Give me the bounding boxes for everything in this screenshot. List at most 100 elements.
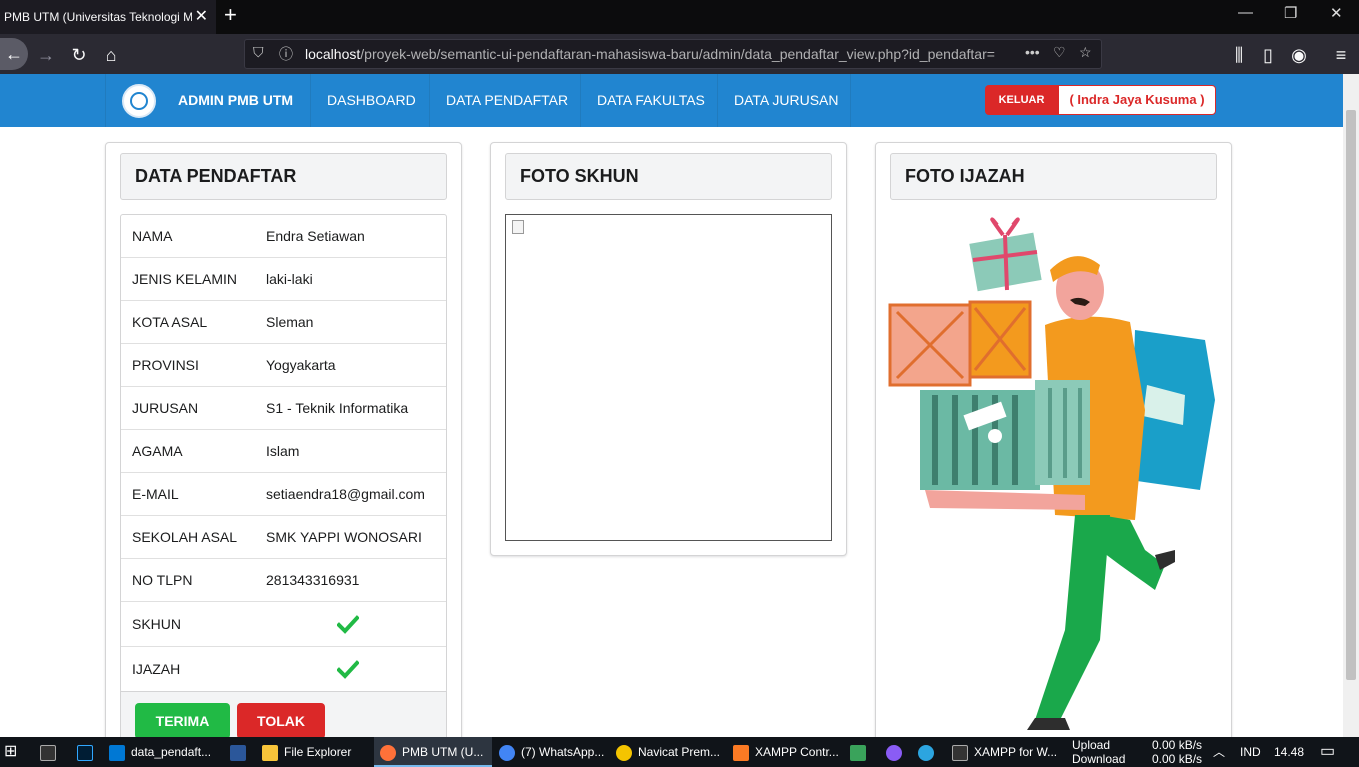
row-label: SKHUN <box>132 616 182 632</box>
close-window-icon[interactable]: ✕ <box>1330 4 1343 22</box>
upload-label: Upload <box>1072 738 1111 752</box>
skhun-image <box>505 214 832 541</box>
check-icon <box>337 660 359 679</box>
more-icon[interactable]: ••• <box>1025 44 1040 60</box>
taskbar-item-firefox[interactable]: PMB UTM (U... <box>374 737 492 767</box>
taskbar-label: File Explorer <box>284 745 352 759</box>
brand-label: ADMIN PMB UTM <box>178 92 294 108</box>
network-app-icon[interactable] <box>850 737 872 767</box>
pocket-icon[interactable]: ♡ <box>1053 44 1066 61</box>
clock[interactable]: 14.48 <box>1274 737 1304 767</box>
row-label: NO TLPN <box>132 572 193 588</box>
table-row: NAMA Endra Setiawan <box>121 215 446 258</box>
taskbar-label: XAMPP Contr... <box>755 745 839 759</box>
row-label: KOTA ASAL <box>132 314 208 330</box>
sidebar-icon[interactable]: ▯ <box>1255 42 1281 68</box>
pen-app-icon[interactable] <box>886 737 908 767</box>
info-icon[interactable]: ⓘ <box>279 44 293 64</box>
telegram-icon[interactable] <box>918 737 940 767</box>
row-label: JURUSAN <box>132 400 199 416</box>
notification-icon[interactable]: ▭ <box>1320 737 1335 767</box>
row-label: PROVINSI <box>132 357 199 373</box>
taskbar-label: XAMPP for W... <box>974 745 1058 759</box>
browser-tab-bar: PMB UTM (Universitas Teknologi M ✕ + — ❐… <box>0 0 1359 34</box>
windows-taskbar: ⊞ data_pendaft... File Explorer PMB UTM … <box>0 737 1359 767</box>
taskbar-item-vscode[interactable]: data_pendaft... <box>109 737 211 767</box>
download-speed: 0.00 kB/s <box>1152 752 1203 766</box>
reject-button[interactable]: TOLAK <box>237 703 325 739</box>
forward-icon[interactable]: → <box>33 42 59 68</box>
language-indicator[interactable]: IND <box>1240 737 1261 767</box>
row-value: Endra Setiawan <box>266 228 365 244</box>
url-text[interactable]: localhost/proyek-web/semantic-ui-pendaft… <box>305 40 1005 68</box>
taskbar-item-whatsapp[interactable]: (7) WhatsApp... <box>499 737 604 767</box>
menu-icon[interactable]: ≡ <box>1328 42 1354 68</box>
nav-item-dashboard[interactable]: DASHBOARD <box>310 74 432 127</box>
panel-title-foto-ijazah: FOTO IJAZAH <box>890 153 1217 200</box>
taskbar-label: data_pendaft... <box>131 745 212 759</box>
row-label: SEKOLAH ASAL <box>132 529 238 545</box>
tab-title: PMB UTM (Universitas Teknologi M <box>4 10 192 24</box>
taskbar-item-file-explorer[interactable]: File Explorer <box>262 737 351 767</box>
delivery-man-illustration <box>888 217 1215 730</box>
taskbar-item-xampp-shell[interactable]: XAMPP for W... <box>952 737 1057 767</box>
back-icon[interactable]: ← <box>0 38 28 70</box>
new-tab-icon[interactable]: + <box>224 2 237 28</box>
table-row: KOTA ASAL Sleman <box>121 301 446 344</box>
broken-image-icon <box>512 220 524 234</box>
university-logo <box>122 84 156 118</box>
windows-start-icon[interactable]: ⊞ <box>4 737 17 767</box>
row-label: AGAMA <box>132 443 183 459</box>
row-value: Yogyakarta <box>266 357 336 373</box>
url-path: /proyek-web/semantic-ui-pendaftaran-maha… <box>360 46 995 62</box>
table-row: SKHUN <box>121 602 446 647</box>
shield-icon[interactable]: ⛉ <box>253 44 264 61</box>
table-row: SEKOLAH ASAL SMK YAPPI WONOSARI <box>121 516 446 559</box>
table-row: JENIS KELAMIN laki-laki <box>121 258 446 301</box>
row-value: SMK YAPPI WONOSARI <box>266 529 422 545</box>
row-value: S1 - Teknik Informatika <box>266 400 409 416</box>
reload-icon[interactable]: ↻ <box>66 42 92 68</box>
library-icon[interactable]: ⫼ <box>1226 42 1252 68</box>
word-icon[interactable] <box>230 737 252 767</box>
accept-button[interactable]: TERIMA <box>135 703 230 739</box>
row-value: Sleman <box>266 314 314 330</box>
download-label: Download <box>1072 752 1126 766</box>
address-bar[interactable]: ⛉ ⓘ localhost/proyek-web/semantic-ui-pen… <box>244 39 1102 69</box>
bookmark-star-icon[interactable]: ☆ <box>1079 44 1092 61</box>
check-icon <box>337 615 359 634</box>
taskbar-item-navicat[interactable]: Navicat Prem... <box>616 737 720 767</box>
upload-speed: 0.00 kB/s <box>1152 738 1203 752</box>
row-label: NAMA <box>132 228 173 244</box>
account-icon[interactable]: ◉ <box>1286 42 1312 68</box>
nav-spacer <box>850 74 970 127</box>
scrollbar-thumb[interactable] <box>1346 110 1356 680</box>
browser-toolbar: ← → ↻ ⌂ ⛉ ⓘ localhost/proyek-web/semanti… <box>0 34 1359 74</box>
net-labels: Upload Download <box>1072 738 1125 766</box>
taskbar-label: (7) WhatsApp... <box>521 745 605 759</box>
minimize-icon[interactable]: — <box>1238 4 1253 21</box>
nav-item-data-pendaftar[interactable]: DATA PENDAFTAR <box>429 74 584 127</box>
table-row: PROVINSI Yogyakarta <box>121 344 446 387</box>
nav-item-data-jurusan[interactable]: DATA JURUSAN <box>717 74 855 127</box>
row-value: setiaendra18@gmail.com <box>266 486 425 502</box>
url-host: localhost <box>305 46 361 62</box>
tray-chevron-icon[interactable]: ︿ <box>1213 737 1225 767</box>
close-tab-icon[interactable]: ✕ <box>195 0 208 34</box>
row-value: laki-laki <box>266 271 313 287</box>
net-values: 0.00 kB/s 0.00 kB/s <box>1152 738 1202 766</box>
nav-item-data-fakultas[interactable]: DATA FAKULTAS <box>580 74 721 127</box>
row-value: Islam <box>266 443 300 459</box>
row-label: E-MAIL <box>132 486 179 502</box>
table-row: IJAZAH <box>121 647 446 692</box>
taskbar-label: Navicat Prem... <box>638 745 721 759</box>
browser-tab[interactable]: PMB UTM (Universitas Teknologi M ✕ <box>0 0 216 34</box>
restore-icon[interactable]: ❐ <box>1284 4 1297 22</box>
taskbar-item-xampp-control[interactable]: XAMPP Contr... <box>733 737 839 767</box>
logout-button[interactable]: KELUAR <box>985 85 1058 115</box>
home-icon[interactable]: ⌂ <box>98 42 124 68</box>
photoshop-icon[interactable] <box>77 737 99 767</box>
taskbar-label: PMB UTM (U... <box>402 745 484 759</box>
cmd-icon[interactable] <box>40 737 62 767</box>
panel-title-foto-skhun: FOTO SKHUN <box>505 153 832 200</box>
